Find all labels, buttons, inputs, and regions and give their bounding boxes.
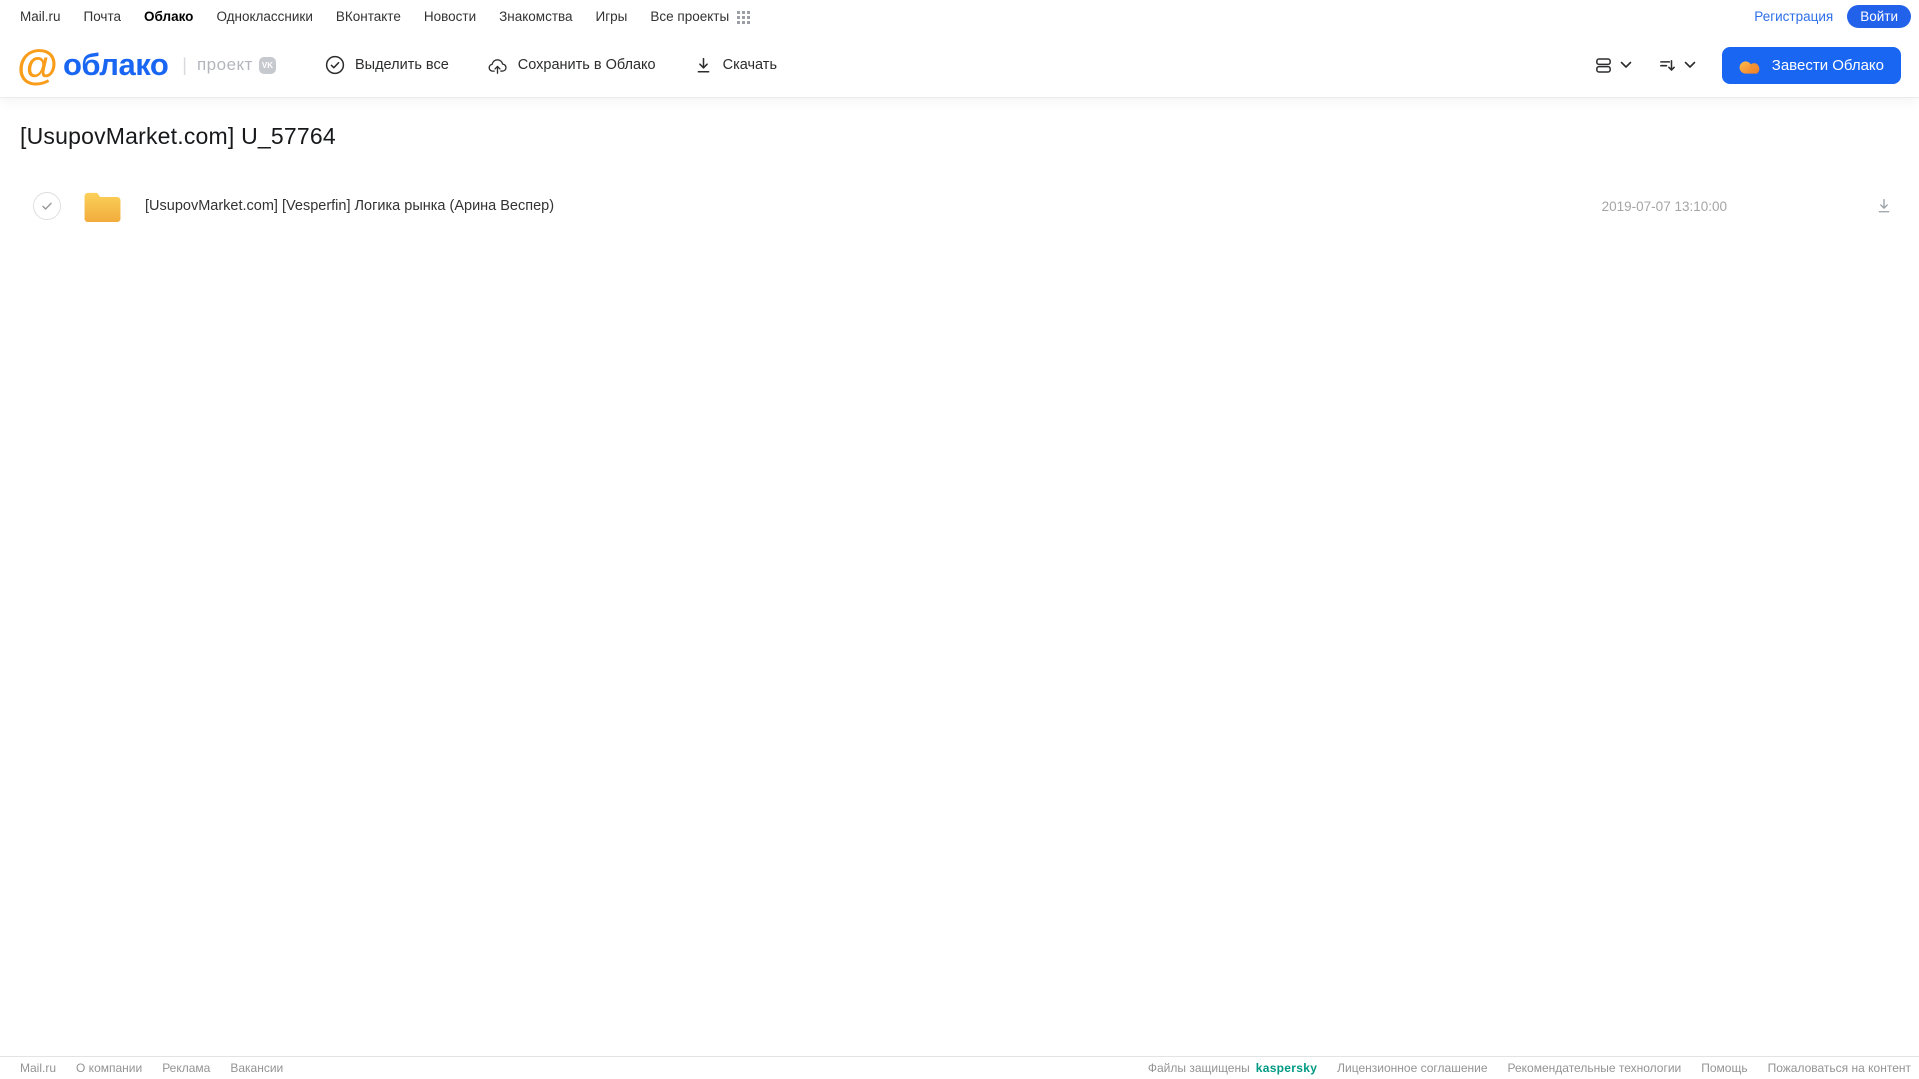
footer-about-link[interactable]: О компании: [76, 1061, 142, 1075]
nav-vse-proekty[interactable]: Все проекты: [650, 9, 729, 24]
footer-help-link[interactable]: Помощь: [1701, 1061, 1747, 1075]
page-footer: Mail.ru О компании Реклама Вакансии Файл…: [0, 1056, 1919, 1079]
file-toolbar: Выделить все Сохранить в Облако Скачать: [325, 55, 777, 76]
register-link[interactable]: Регистрация: [1754, 9, 1833, 24]
select-all-button[interactable]: Выделить все: [325, 55, 449, 75]
footer-right-links: Файлы защищены kaspersky Лицензионное со…: [1148, 1061, 1911, 1075]
footer-left-links: Mail.ru О компании Реклама Вакансии: [20, 1061, 283, 1075]
project-label: проект: [196, 55, 253, 74]
orange-cloud-icon: [1739, 57, 1763, 74]
page-title: [UsupovMarket.com] U_57764: [20, 123, 336, 149]
nav-novosti[interactable]: Новости: [424, 9, 476, 24]
logo-divider: |: [182, 54, 187, 75]
footer-ads-link[interactable]: Реклама: [162, 1061, 210, 1075]
file-name-link[interactable]: [UsupovMarket.com] [Vesperfin] Логика ры…: [145, 198, 554, 214]
portal-nav: Mail.ru Почта Облако Одноклассники ВКонт…: [0, 0, 1919, 33]
cloud-logo-text: облако: [62, 47, 169, 82]
save-to-cloud-label: Сохранить в Облако: [517, 57, 656, 73]
sort-dropdown[interactable]: [1658, 56, 1696, 75]
vk-badge-icon: VK: [258, 56, 276, 74]
nav-znakomstva[interactable]: Знакомства: [499, 9, 572, 24]
select-all-label: Выделить все: [355, 57, 449, 73]
file-date: 2019-07-07 13:10:00: [1601, 198, 1727, 214]
cloud-upload-icon: [487, 55, 508, 76]
portal-nav-auth: Регистрация Войти: [1754, 4, 1911, 29]
file-row[interactable]: [UsupovMarket.com] [Vesperfin] Логика ры…: [20, 180, 1919, 232]
chevron-down-icon: [1684, 61, 1696, 69]
nav-igry[interactable]: Игры: [596, 9, 628, 24]
chevron-down-icon: [1620, 61, 1632, 69]
kaspersky-protection: Файлы защищены kaspersky: [1148, 1061, 1317, 1075]
row-checkbox[interactable]: [33, 192, 61, 220]
nav-vkontakte[interactable]: ВКонтакте: [336, 9, 401, 24]
footer-jobs-link[interactable]: Вакансии: [230, 1061, 283, 1075]
nav-odnoklassniki[interactable]: Одноклассники: [216, 9, 312, 24]
sort-icon: [1658, 56, 1677, 75]
download-icon: [694, 56, 713, 75]
download-button[interactable]: Скачать: [694, 56, 777, 75]
footer-license-link[interactable]: Лицензионное соглашение: [1337, 1061, 1487, 1075]
portal-nav-links: Mail.ru Почта Облако Одноклассники ВКонт…: [20, 9, 751, 24]
mailru-at-icon: @: [17, 41, 58, 88]
download-label: Скачать: [722, 57, 777, 73]
footer-recommendations-link[interactable]: Рекомендательные технологии: [1508, 1061, 1682, 1075]
folder-icon: [83, 190, 122, 223]
row-download-icon[interactable]: [1875, 197, 1893, 215]
list-view-icon: [1594, 56, 1613, 75]
check-circle-icon: [325, 55, 345, 75]
get-cloud-button[interactable]: Завести Облако: [1721, 46, 1901, 84]
view-mode-dropdown[interactable]: [1594, 56, 1632, 75]
nav-oblako[interactable]: Облако: [144, 9, 193, 24]
protected-label: Файлы защищены: [1147, 1061, 1250, 1075]
login-button[interactable]: Войти: [1847, 4, 1911, 29]
check-icon: [42, 202, 52, 210]
file-listing: [UsupovMarket.com] U_57764 [UsupovMarket…: [0, 97, 1919, 1056]
nav-mailru[interactable]: Mail.ru: [20, 9, 61, 24]
footer-report-link[interactable]: Пожаловаться на контент: [1768, 1061, 1911, 1075]
apps-grid-icon[interactable]: [737, 10, 751, 24]
save-to-cloud-button[interactable]: Сохранить в Облако: [487, 55, 656, 76]
get-cloud-label: Завести Облако: [1771, 56, 1884, 74]
kaspersky-logo: kaspersky: [1255, 1061, 1318, 1075]
footer-mailru-link[interactable]: Mail.ru: [20, 1061, 56, 1075]
cloud-logo[interactable]: @ облако | проект VK: [17, 44, 325, 86]
header-right-controls: Завести Облако: [1594, 46, 1901, 84]
nav-pochta[interactable]: Почта: [84, 9, 122, 24]
cloud-header: @ облако | проект VK Выделить все Сохран…: [0, 33, 1919, 97]
